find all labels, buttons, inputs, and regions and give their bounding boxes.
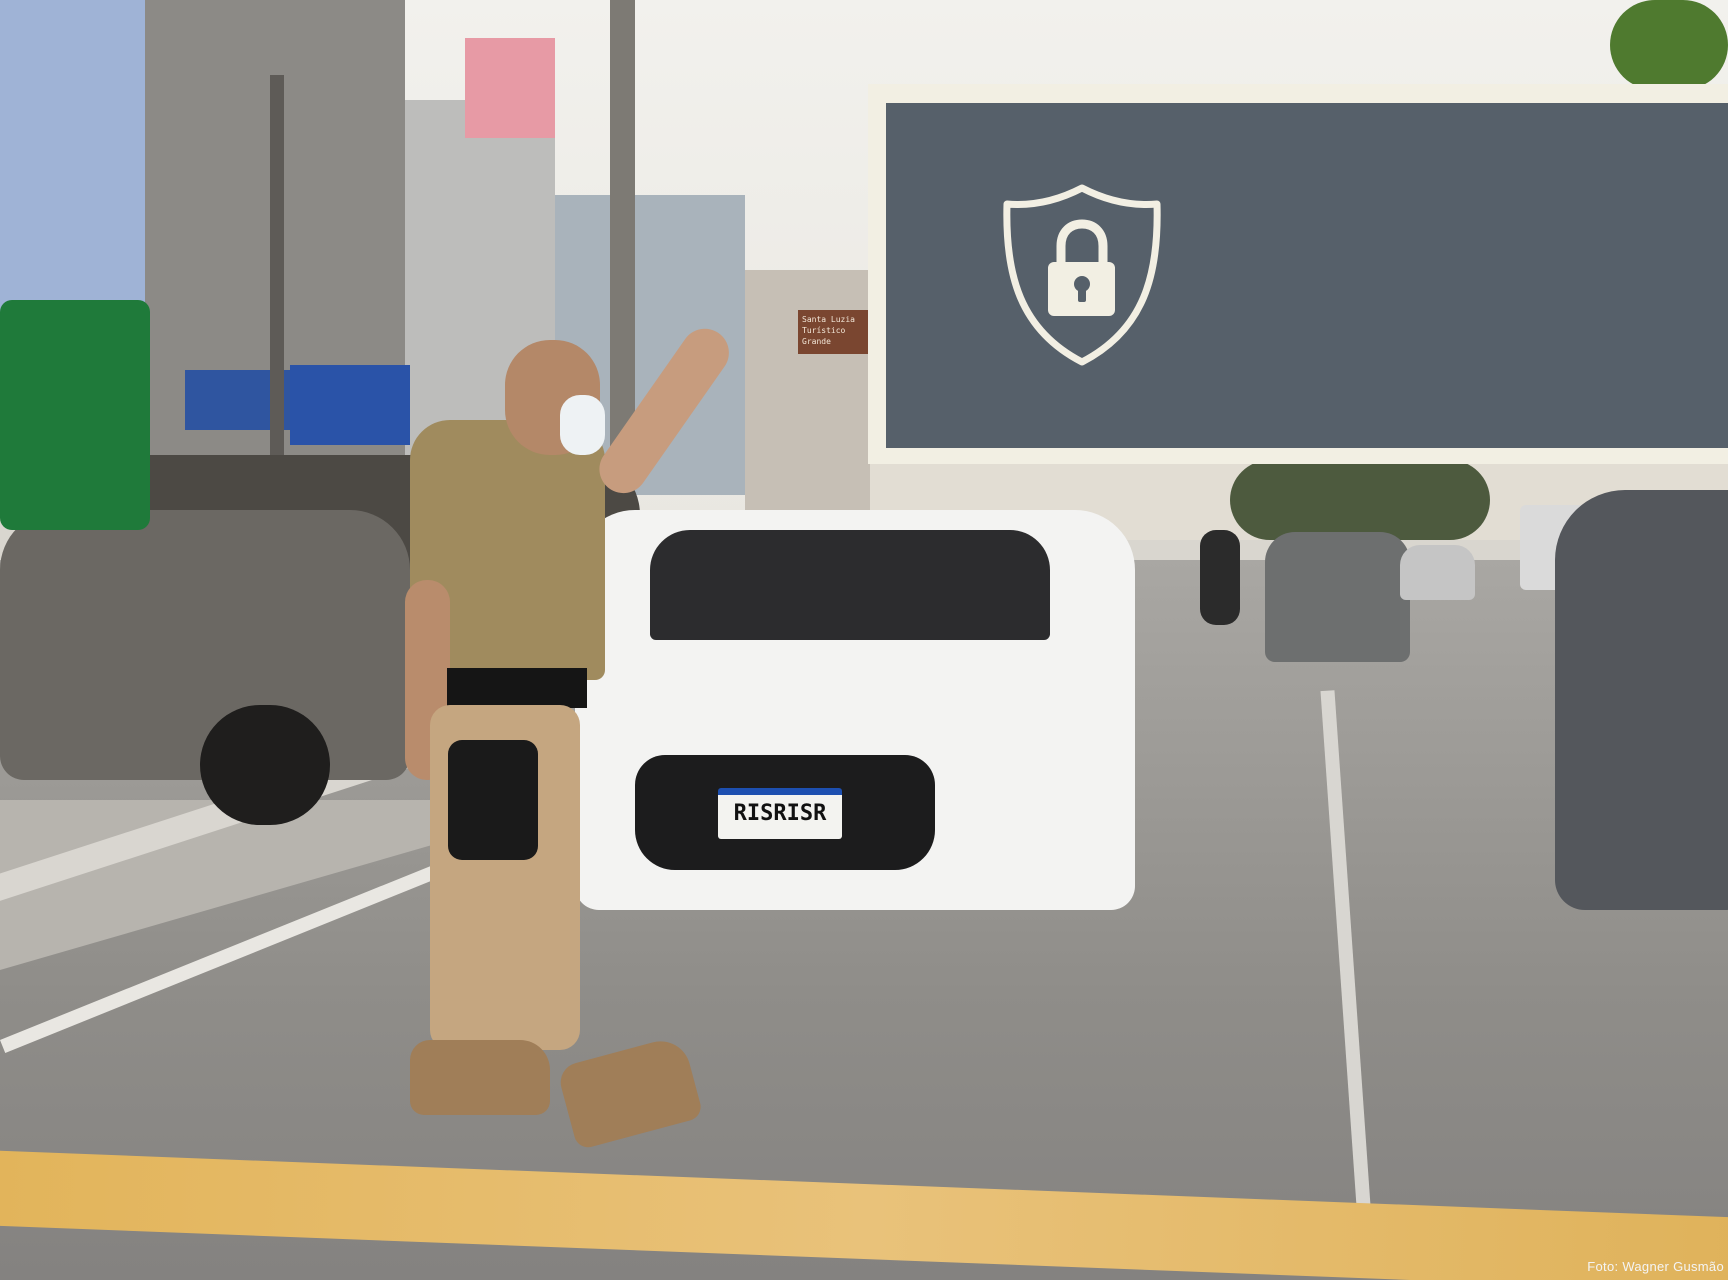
officer-holster <box>448 740 538 860</box>
shield-lock-icon <box>1003 184 1161 366</box>
street-sign: Santa Luzia Turístico Grande <box>798 310 868 354</box>
distant-car <box>1265 532 1410 662</box>
utility-pole <box>270 75 284 455</box>
windshield <box>650 530 1050 640</box>
building <box>745 270 870 510</box>
officer-mask <box>560 395 605 455</box>
street-sign-line: Santa Luzia <box>802 315 855 324</box>
street-sign-line: Turístico <box>802 326 846 335</box>
officer-boot <box>410 1040 550 1115</box>
tree <box>1230 460 1490 540</box>
parked-suv-right <box>1555 490 1728 910</box>
storefront-banner <box>290 365 410 445</box>
photo-credit: Foto: Wagner Gusmão <box>1587 1259 1724 1274</box>
utility-pole <box>610 0 635 470</box>
building <box>0 0 145 320</box>
building-sign <box>465 38 555 138</box>
motorcycle <box>1200 530 1240 625</box>
bus <box>0 300 150 530</box>
street-sign-line: Grande <box>802 337 831 346</box>
officer-belt <box>447 668 587 708</box>
wheel <box>200 705 330 825</box>
tree <box>1610 0 1728 90</box>
license-plate: RISRISR <box>718 788 842 839</box>
distant-car <box>1400 545 1475 600</box>
